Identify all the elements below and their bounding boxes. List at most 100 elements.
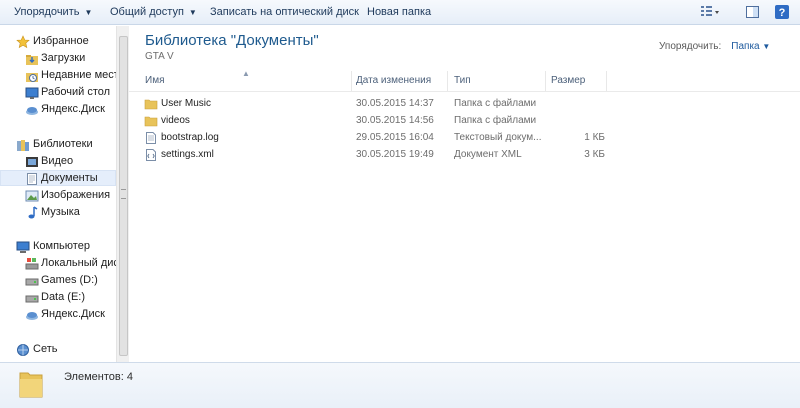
column-date-modified[interactable]: Дата изменения bbox=[356, 75, 431, 86]
command-bar: Упорядочить ▼ Общий доступ ▼ Записать на о… bbox=[0, 0, 800, 25]
file-row[interactable]: settings.xml 30.05.2015 19:49 Документ X… bbox=[141, 147, 605, 164]
network-icon bbox=[16, 343, 30, 357]
desktop-icon bbox=[25, 86, 39, 100]
arrange-by-dropdown[interactable]: Папка ▼ bbox=[731, 41, 770, 52]
sidebar-section-label: Избранное bbox=[33, 35, 89, 47]
file-row[interactable]: videos 30.05.2015 14:56 Папка с файлами bbox=[141, 113, 561, 130]
sidebar-item-recent-places[interactable]: Недавние места bbox=[0, 68, 125, 84]
sidebar-item-local-disk[interactable]: Локальный диск bbox=[0, 256, 124, 272]
chevron-down-icon: ▼ bbox=[762, 42, 771, 51]
file-name: videos bbox=[161, 115, 190, 126]
scrollbar-thumb[interactable] bbox=[119, 36, 128, 356]
video-library-icon bbox=[25, 155, 39, 169]
sidebar-item-yandex-disk-drive[interactable]: Яндекс.Диск bbox=[0, 307, 116, 323]
sort-ascending-icon: ▲ bbox=[242, 69, 250, 78]
recent-places-icon bbox=[25, 69, 39, 83]
libraries-icon bbox=[16, 138, 30, 152]
column-name[interactable]: Имя bbox=[145, 75, 164, 86]
file-row[interactable]: bootstrap.log 29.05.2015 16:04 Текстовый… bbox=[141, 130, 605, 147]
navigation-pane: Избранное Загрузки Недавние места Рабочи… bbox=[0, 26, 128, 362]
sidebar-item-label: Изображения bbox=[41, 189, 111, 201]
sidebar-scrollbar[interactable] bbox=[116, 26, 129, 362]
yandex-disk-icon bbox=[25, 308, 39, 322]
drive-icon bbox=[25, 291, 39, 305]
sidebar-item-documents[interactable]: Документы bbox=[0, 170, 116, 186]
text-file-icon bbox=[144, 131, 158, 145]
file-date: 30.05.2015 14:56 bbox=[356, 115, 434, 126]
preview-pane-icon[interactable] bbox=[745, 4, 761, 20]
column-size[interactable]: Размер bbox=[551, 75, 585, 86]
sidebar-item-drive-d[interactable]: Games (D:) bbox=[0, 273, 116, 289]
file-date: 30.05.2015 14:37 bbox=[356, 98, 434, 109]
file-type: Папка с файлами bbox=[454, 98, 537, 109]
folder-icon bbox=[144, 114, 158, 128]
share-menu-button[interactable]: Общий доступ ▼ bbox=[110, 6, 197, 20]
item-count: Элементов: 4 bbox=[64, 371, 133, 383]
file-type: Папка с файлами bbox=[454, 115, 537, 126]
library-title: Библиотека "Документы" bbox=[145, 32, 319, 49]
arrange-label: Упорядочить: bbox=[659, 41, 722, 52]
sidebar-item-drive-e[interactable]: Data (E:) bbox=[0, 290, 116, 306]
column-header-row: ▲ Имя Дата изменения Тип Размер bbox=[129, 69, 800, 92]
sidebar-item-desktop[interactable]: Рабочий стол bbox=[0, 85, 116, 101]
file-list-pane: Библиотека "Документы" GTA V Упорядочить… bbox=[129, 26, 800, 362]
file-name: User Music bbox=[161, 98, 212, 109]
arrange-value: Папка bbox=[731, 41, 760, 52]
sidebar-item-label: Локальный диск bbox=[41, 257, 124, 269]
file-size: 3 КБ bbox=[584, 149, 605, 160]
sidebar-section-label: Сеть bbox=[33, 343, 58, 355]
xml-file-icon bbox=[144, 148, 158, 162]
folder-icon bbox=[18, 367, 44, 402]
organize-menu-button[interactable]: Упорядочить ▼ bbox=[14, 6, 92, 20]
yandex-disk-icon bbox=[25, 103, 39, 117]
star-icon bbox=[16, 35, 30, 49]
sidebar-item-label: Видео bbox=[41, 155, 74, 167]
burn-label: Записать на оптический диск bbox=[210, 6, 359, 18]
sidebar-item-label: Data (E:) bbox=[41, 291, 86, 303]
help-icon[interactable]: ? bbox=[774, 4, 790, 20]
sidebar-favorites[interactable]: Избранное bbox=[0, 34, 116, 50]
column-divider[interactable] bbox=[447, 71, 448, 91]
sidebar-section-label: Компьютер bbox=[33, 240, 90, 252]
sidebar-item-label: Games (D:) bbox=[41, 274, 98, 286]
organize-label: Упорядочить bbox=[14, 6, 80, 18]
sidebar-computer[interactable]: Компьютер bbox=[0, 239, 116, 255]
column-divider[interactable] bbox=[545, 71, 546, 91]
file-date: 30.05.2015 19:49 bbox=[356, 149, 434, 160]
svg-text:?: ? bbox=[779, 7, 786, 19]
sidebar-item-label: Яндекс.Диск bbox=[41, 308, 105, 320]
sidebar-item-yandex-disk[interactable]: Яндекс.Диск bbox=[0, 102, 116, 118]
computer-icon bbox=[16, 240, 30, 254]
sidebar-section-label: Библиотеки bbox=[33, 138, 93, 150]
drive-icon bbox=[25, 274, 39, 288]
sidebar-network[interactable]: Сеть bbox=[0, 342, 116, 358]
system-drive-icon bbox=[25, 257, 39, 271]
burn-disc-button[interactable]: Записать на оптический диск bbox=[210, 6, 359, 20]
file-name: settings.xml bbox=[161, 149, 214, 160]
file-size: 1 КБ bbox=[584, 132, 605, 143]
sidebar-item-downloads[interactable]: Загрузки bbox=[0, 51, 116, 67]
sidebar-item-label: Музыка bbox=[41, 206, 80, 218]
sidebar-item-video[interactable]: Видео bbox=[0, 154, 116, 170]
sidebar-item-images[interactable]: Изображения bbox=[0, 188, 116, 204]
documents-library-icon bbox=[25, 172, 39, 186]
new-folder-label: Новая папка bbox=[367, 6, 432, 18]
column-divider[interactable] bbox=[606, 71, 607, 91]
sidebar-libraries[interactable]: Библиотеки bbox=[0, 137, 116, 153]
chevron-down-icon: ▼ bbox=[84, 8, 93, 17]
chevron-down-icon: ▼ bbox=[188, 8, 197, 17]
grip-icon bbox=[121, 189, 126, 199]
file-type: Текстовый докум... bbox=[454, 132, 542, 143]
new-folder-button[interactable]: Новая папка bbox=[367, 6, 431, 20]
view-options-icon[interactable] bbox=[700, 4, 719, 20]
column-divider[interactable] bbox=[351, 71, 352, 91]
details-pane: Элементов: 4 bbox=[0, 362, 800, 408]
file-date: 29.05.2015 16:04 bbox=[356, 132, 434, 143]
sidebar-item-music[interactable]: Музыка bbox=[0, 205, 116, 221]
column-type[interactable]: Тип bbox=[454, 75, 471, 86]
sidebar-item-label: Рабочий стол bbox=[41, 86, 111, 98]
music-library-icon bbox=[25, 206, 39, 220]
file-row[interactable]: User Music 30.05.2015 14:37 Папка с файл… bbox=[141, 96, 561, 113]
sidebar-item-label: Яндекс.Диск bbox=[41, 103, 105, 115]
file-type: Документ XML bbox=[454, 149, 522, 160]
